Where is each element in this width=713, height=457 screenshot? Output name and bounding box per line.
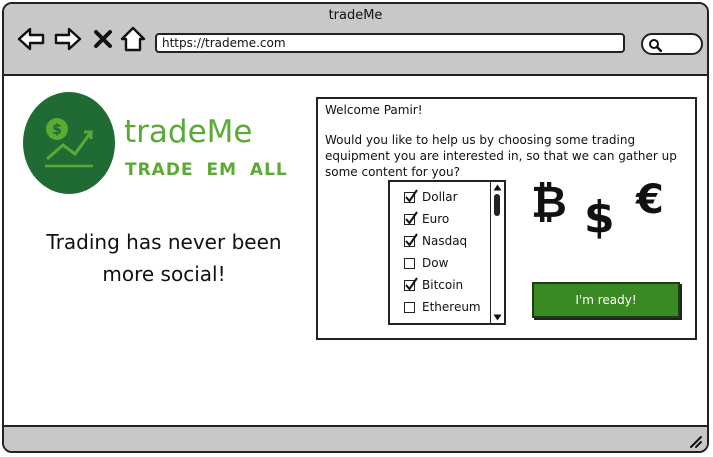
- checkbox[interactable]: [404, 210, 418, 225]
- list-item[interactable]: Nasdaq: [404, 231, 467, 251]
- dollar-icon: $: [584, 192, 615, 243]
- scroll-down-icon[interactable]: [493, 314, 502, 321]
- chart-logo-icon: $: [45, 118, 93, 168]
- status-bar: [4, 425, 707, 451]
- list-scrollbar[interactable]: [490, 182, 504, 323]
- headline-line-1: Trading has never been: [46, 230, 282, 254]
- equipment-listbox[interactable]: Dollar Euro Nasdaq Dow Bitcoin Ethereum: [388, 180, 506, 325]
- title-bar: tradeMe https://trademe.com: [4, 4, 707, 76]
- list-item[interactable]: Dollar: [404, 187, 458, 207]
- list-item-label: Dow: [422, 256, 449, 270]
- close-icon[interactable]: [92, 26, 114, 52]
- window-title: tradeMe: [328, 8, 383, 23]
- forward-arrow-icon[interactable]: [54, 26, 82, 52]
- logo: $: [23, 92, 115, 194]
- bitcoin-icon: ₿: [531, 177, 567, 228]
- checkbox[interactable]: [404, 257, 415, 269]
- back-arrow-icon[interactable]: [17, 26, 45, 52]
- list-item[interactable]: Bitcoin: [404, 275, 463, 295]
- checkbox[interactable]: [404, 301, 415, 313]
- question-text: Would you like to help us by choosing so…: [325, 133, 677, 179]
- url-text: https://trademe.com: [162, 36, 286, 50]
- checkmark-icon: [405, 210, 418, 225]
- scroll-up-icon[interactable]: [493, 184, 502, 191]
- list-item-label: Bitcoin: [422, 278, 464, 292]
- resize-grip-icon[interactable]: [687, 433, 703, 449]
- ready-button[interactable]: I'm ready!: [532, 282, 680, 318]
- home-icon[interactable]: [119, 26, 147, 52]
- page-content: $ tradeMe TRADE EM ALL Trading has never…: [4, 76, 707, 425]
- list-item[interactable]: Ethereum: [404, 297, 481, 317]
- list-item[interactable]: Euro: [404, 209, 449, 229]
- checkbox[interactable]: [404, 276, 418, 291]
- list-item-label: Ethereum: [422, 300, 481, 314]
- search-icon: [649, 39, 662, 52]
- onboarding-panel: Welcome Pamir! Would you like to help us…: [316, 97, 697, 340]
- list-item-label: Dollar: [422, 190, 458, 204]
- hero-headline: Trading has never been more social!: [18, 226, 310, 290]
- checkmark-icon: [405, 188, 418, 203]
- browser-window: tradeMe https://trademe.com $ tradeMe TR…: [2, 2, 709, 453]
- scroll-thumb[interactable]: [494, 194, 500, 216]
- checkmark-icon: [405, 276, 418, 291]
- list-item-label: Nasdaq: [422, 234, 468, 248]
- checkbox[interactable]: [404, 232, 418, 247]
- list-item[interactable]: Dow: [404, 253, 448, 273]
- address-bar[interactable]: https://trademe.com: [155, 33, 625, 53]
- euro-icon: €: [636, 177, 664, 223]
- search-box[interactable]: [641, 33, 703, 55]
- welcome-text: Welcome Pamir!: [325, 103, 423, 117]
- svg-text:$: $: [52, 122, 62, 138]
- list-item-label: Euro: [422, 212, 450, 226]
- brand-name: tradeMe: [124, 114, 253, 150]
- brand-tagline: TRADE EM ALL: [125, 160, 288, 180]
- checkmark-icon: [405, 232, 418, 247]
- checkbox[interactable]: [404, 188, 418, 203]
- headline-line-2: more social!: [102, 262, 226, 286]
